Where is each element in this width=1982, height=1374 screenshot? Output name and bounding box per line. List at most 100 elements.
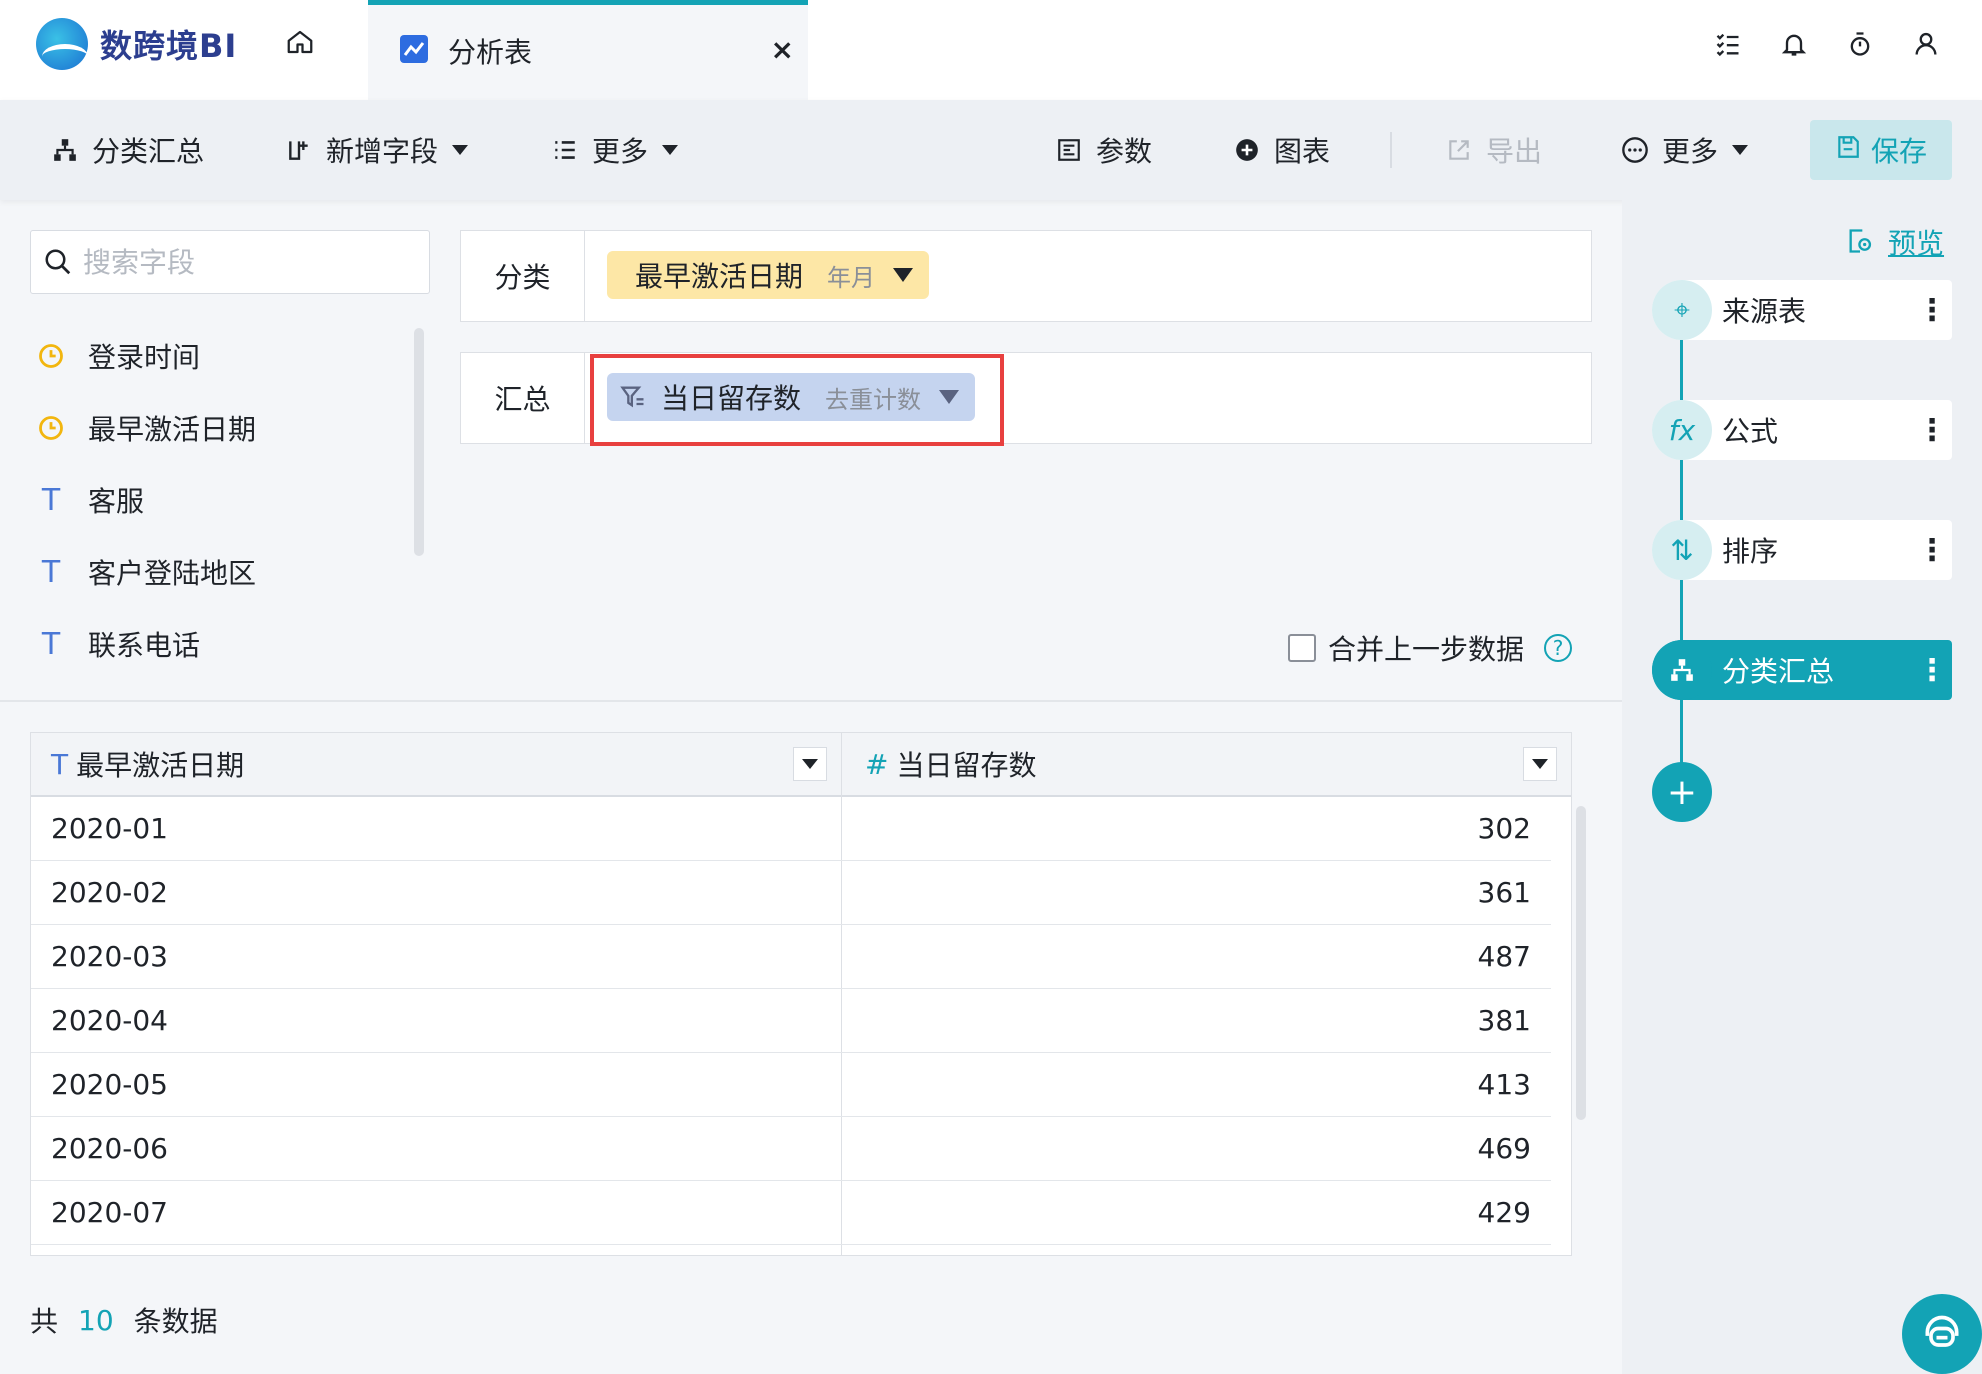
column-menu-button[interactable] — [1523, 747, 1557, 781]
timer-icon[interactable] — [1844, 28, 1876, 60]
step-label: 来源表 — [1722, 295, 1807, 328]
bell-icon[interactable] — [1778, 28, 1810, 60]
search-field-box[interactable] — [30, 230, 430, 294]
text-type-icon: T — [51, 747, 69, 781]
field-label: 联系电话 — [88, 629, 201, 662]
save-icon — [1835, 134, 1861, 167]
group-field-pill[interactable]: 最早激活日期 年月 — [607, 251, 930, 299]
data-table: T 最早激活日期 # 当日留存数 2020-01 302 2020-02 361 2… — [30, 732, 1572, 1256]
table-row: 2020-04 381 — [31, 989, 1551, 1053]
task-list-icon[interactable] — [1712, 28, 1744, 60]
chat-support-button[interactable] — [1902, 1294, 1982, 1374]
more-vertical-icon[interactable]: ⋮ — [1912, 653, 1952, 688]
text-type-icon: T — [41, 554, 61, 590]
add-field-button[interactable]: 新增字段 — [284, 126, 469, 174]
add-step-button[interactable]: + — [1652, 762, 1712, 822]
add-field-icon — [284, 135, 314, 165]
date-cell: 2020-03 — [51, 940, 168, 973]
field-item-customer-service[interactable]: T 客服 — [36, 464, 396, 536]
value-cell: 381 — [1477, 1004, 1531, 1037]
summary-label: 汇总 — [461, 353, 585, 443]
params-button[interactable]: 参数 — [1054, 126, 1152, 174]
column-header-label: 最早激活日期 — [76, 749, 245, 782]
params-icon — [1054, 135, 1084, 165]
field-item-phone[interactable]: T 联系电话 — [36, 608, 396, 680]
close-icon[interactable]: × — [771, 33, 794, 66]
user-icon[interactable] — [1910, 28, 1942, 60]
field-panel: 登录时间 最早激活日期 T 客服 T 客户登陆地区 T 联系电话 — [0, 200, 440, 700]
date-cell: 2020-07 — [51, 1196, 168, 1229]
list-icon — [550, 135, 580, 165]
chevron-down-icon[interactable] — [893, 268, 914, 282]
field-label: 最早激活日期 — [88, 413, 257, 446]
row-count-value: 10 — [78, 1303, 114, 1337]
step-group-summary[interactable]: 分类汇总 ⋮ — [1652, 640, 1952, 700]
field-list: 登录时间 最早激活日期 T 客服 T 客户登陆地区 T 联系电话 — [36, 320, 396, 680]
table-scrollbar[interactable] — [1576, 806, 1586, 1120]
field-list-scrollbar[interactable] — [414, 328, 424, 556]
headset-icon — [1925, 1315, 1959, 1347]
table-row: 2020-01 302 — [31, 797, 1551, 861]
group-summary-icon — [1652, 640, 1712, 700]
add-chart-label: 图表 — [1274, 135, 1331, 168]
merge-previous-checkbox[interactable] — [1288, 634, 1316, 662]
export-button[interactable]: 导出 — [1444, 126, 1542, 174]
field-label: 客户登陆地区 — [88, 557, 257, 590]
merge-previous-row: 合并上一步数据 ? — [1288, 628, 1573, 668]
row-count: 共 10 条数据 — [30, 1300, 218, 1340]
logo-text: 数跨境BI — [100, 27, 238, 65]
date-cell: 2020-05 — [51, 1068, 168, 1101]
value-cell: 361 — [1477, 876, 1531, 909]
clock-icon — [36, 342, 66, 370]
more-vertical-icon[interactable]: ⋮ — [1912, 413, 1952, 448]
step-formula[interactable]: fx 公式 ⋮ — [1652, 400, 1952, 460]
merge-previous-label: 合并上一步数据 — [1328, 633, 1525, 666]
preview-link[interactable]: 预览 — [1846, 222, 1944, 262]
app-logo[interactable]: 数跨境BI — [36, 16, 246, 72]
preview-icon — [1846, 227, 1876, 257]
chevron-down-icon — [662, 145, 679, 155]
group-by-label: 分类 — [461, 231, 585, 321]
add-chart-button[interactable]: 图表 — [1232, 126, 1330, 174]
row-count-prefix: 共 — [30, 1305, 59, 1338]
field-item-login-region[interactable]: T 客户登陆地区 — [36, 536, 396, 608]
target-icon: ⌖ — [1652, 280, 1712, 340]
step-label: 排序 — [1722, 535, 1779, 568]
step-label: 公式 — [1722, 415, 1779, 448]
step-sort[interactable]: ⇅ 排序 ⋮ — [1652, 520, 1952, 580]
clock-icon — [36, 414, 66, 442]
field-item-login-time[interactable]: 登录时间 — [36, 320, 396, 392]
group-summary-button[interactable]: 分类汇总 — [50, 126, 204, 174]
search-input[interactable] — [83, 245, 403, 279]
tab-label: 分析表 — [448, 36, 533, 69]
text-type-icon: T — [41, 626, 61, 662]
save-label: 保存 — [1870, 135, 1927, 168]
chevron-down-icon — [1732, 145, 1749, 155]
highlight-box — [590, 354, 1004, 446]
line-chart-icon — [400, 35, 428, 63]
date-cell: 2020-06 — [51, 1132, 168, 1165]
group-field-name: 最早激活日期 — [635, 260, 804, 293]
column-menu-button[interactable] — [793, 747, 827, 781]
add-field-label: 新增字段 — [326, 135, 439, 168]
more-vertical-icon[interactable]: ⋮ — [1912, 293, 1952, 328]
more-vertical-icon[interactable]: ⋮ — [1912, 533, 1952, 568]
help-icon[interactable]: ? — [1544, 634, 1573, 662]
tab-analysis-table[interactable]: 分析表 × — [368, 0, 808, 100]
params-label: 参数 — [1096, 135, 1153, 168]
column-header-retention[interactable]: # 当日留存数 — [865, 733, 1036, 795]
column-header-date[interactable]: T 最早激活日期 — [51, 733, 244, 795]
more-left-button[interactable]: 更多 — [550, 126, 679, 174]
save-button[interactable]: 保存 — [1810, 120, 1952, 180]
fx-icon: fx — [1652, 400, 1712, 460]
table-row: 2020-03 487 — [31, 925, 1551, 989]
table-header: T 最早激活日期 # 当日留存数 — [31, 733, 1571, 797]
step-source-table[interactable]: ⌖ 来源表 ⋮ — [1652, 280, 1952, 340]
date-cell: 2020-01 — [51, 812, 168, 845]
export-label: 导出 — [1486, 135, 1543, 168]
field-item-earliest-activation[interactable]: 最早激活日期 — [36, 392, 396, 464]
date-cell: 2020-02 — [51, 876, 168, 909]
export-icon — [1444, 135, 1474, 165]
home-icon[interactable] — [280, 22, 320, 62]
more-right-button[interactable]: 更多 — [1620, 126, 1749, 174]
